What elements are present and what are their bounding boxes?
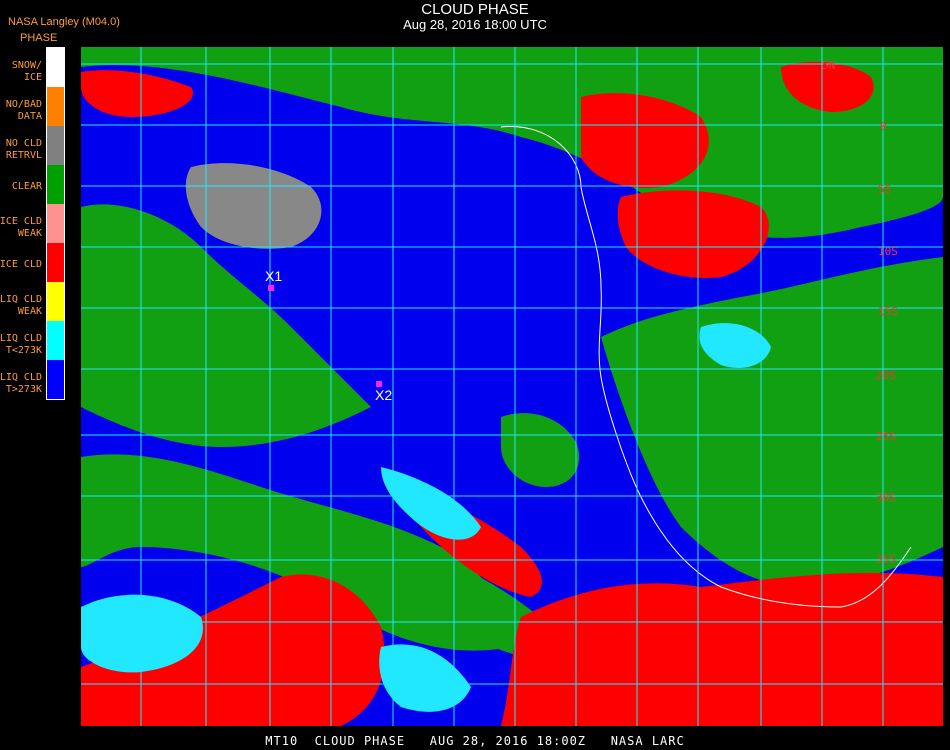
lat-label-15s: 15S (878, 305, 898, 318)
marker-x1-label: X1 (265, 268, 283, 284)
legend-label-no-bad-data: NO/BAD DATA (5, 99, 42, 122)
map-title: CLOUD PHASE (421, 1, 529, 18)
lat-label-10s: 10S (878, 245, 898, 258)
map-subtitle: Aug 28, 2016 18:00 UTC (403, 17, 547, 32)
legend-label-liq-weak: LIQ CLD WEAK (0, 294, 42, 317)
lat-label-30s: 30S (876, 491, 896, 504)
legend-swatch-ice-weak (47, 204, 64, 243)
lat-label-20s: 20S (876, 369, 896, 382)
footer-caption: MT10 CLOUD PHASE AUG 28, 2016 18:00Z NAS… (265, 734, 685, 748)
legend-swatch-no-cld-retrvl (47, 126, 64, 165)
marker-x2-label: X2 (375, 387, 393, 403)
map-canvas (81, 47, 943, 726)
cloud-phase-map (81, 47, 943, 726)
legend-swatch-no-bad-data (47, 87, 64, 126)
legend-swatch-liq-weak (47, 282, 64, 321)
legend-label-no-cld-retrvl: NO CLD RETRVL (5, 138, 42, 161)
legend-swatch-liq-cold (47, 321, 64, 360)
lat-label-25s: 25S (876, 430, 896, 443)
legend-label-snow-ice: SNOW/ ICE (11, 60, 42, 83)
marker-x1-dot[interactable] (268, 285, 274, 291)
legend-title: PHASE (20, 32, 58, 44)
legend-label-clear: CLEAR (11, 181, 42, 192)
legend-label-liq-warm: LIQ CLD T>273K (0, 372, 42, 395)
lat-label-0: 0 (880, 120, 887, 133)
lat-label-35s: 35S (876, 553, 896, 566)
legend-swatch-snow-ice (47, 48, 64, 87)
legend-label-ice-weak: ICE CLD WEAK (0, 216, 42, 239)
lat-label-5n: 5N (822, 59, 836, 72)
legend-color-bar (46, 47, 65, 400)
legend-swatch-ice (47, 243, 64, 282)
legend-label-liq-cold: LIQ CLD T<273K (0, 333, 42, 356)
legend-swatch-liq-warm (47, 360, 64, 399)
legend-swatch-clear (47, 165, 64, 204)
legend-label-ice: ICE CLD (0, 259, 42, 270)
lat-label-5s: 5S (878, 183, 892, 196)
